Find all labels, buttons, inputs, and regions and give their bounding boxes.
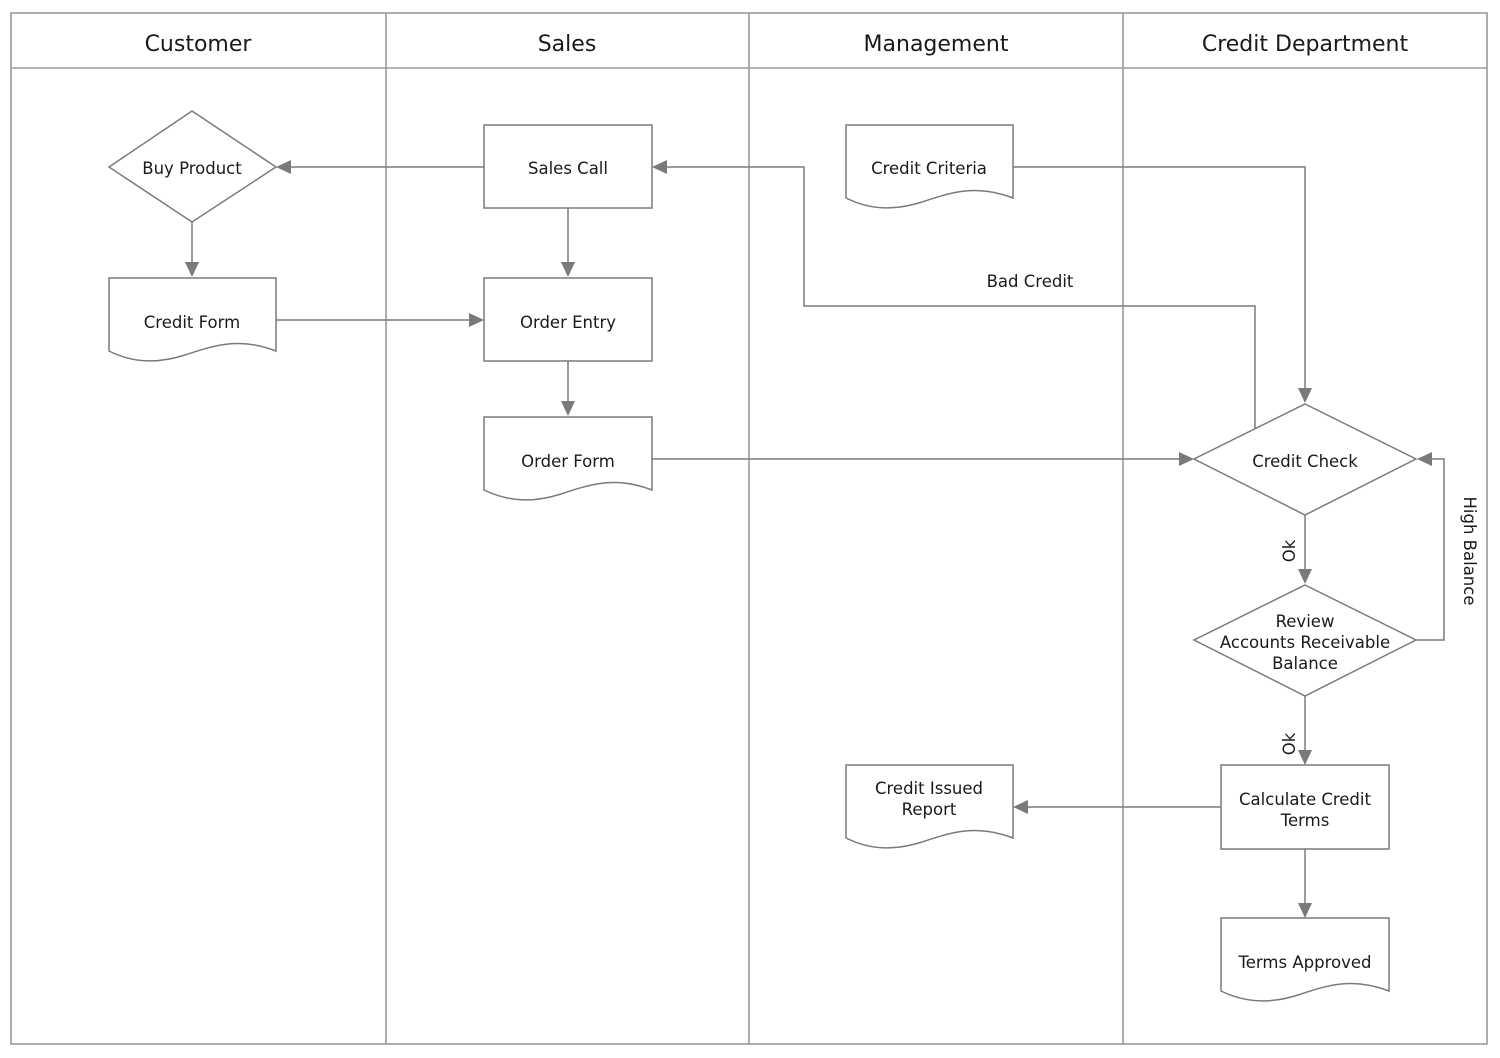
node-terms-approved[interactable]: Terms Approved (1220, 917, 1390, 1002)
node-label: Report (902, 800, 957, 819)
arrowhead (1298, 388, 1312, 403)
node-label: Terms (1280, 811, 1330, 830)
arrowhead (1298, 569, 1312, 584)
edge-credit-check-to-sales-call (666, 166, 1256, 430)
arrowhead (561, 262, 575, 277)
arrowhead (469, 313, 484, 327)
node-label: Accounts Receivable (1220, 633, 1390, 652)
node-credit-form[interactable]: Credit Form (108, 277, 277, 362)
edge-review-to-credit-check (1416, 458, 1445, 641)
flowchart-canvas: Customer Sales Management Credit Departm… (10, 12, 1488, 1045)
node-credit-check[interactable]: Credit Check (1192, 403, 1418, 516)
arrowhead (1179, 452, 1194, 466)
arrowhead (1013, 800, 1028, 814)
node-label: Calculate Credit (1239, 790, 1371, 809)
lane-title-customer: Customer (145, 32, 253, 57)
node-label: Sales Call (528, 159, 608, 178)
arrowhead (1298, 750, 1312, 765)
node-label: Review (1276, 612, 1335, 631)
node-buy-product[interactable]: Buy Product (107, 110, 278, 223)
node-label: Terms Approved (1238, 953, 1372, 972)
arrowhead (1417, 452, 1432, 466)
node-label: Credit Form (144, 313, 240, 332)
node-credit-issued-report[interactable]: Credit Issued Report (845, 764, 1014, 849)
node-review-ar-balance[interactable]: Review Accounts Receivable Balance (1192, 584, 1418, 697)
lane-title-management: Management (864, 32, 1009, 57)
node-label: Credit Check (1252, 452, 1358, 471)
arrowhead (652, 160, 667, 174)
node-label: Credit Criteria (871, 159, 987, 178)
lane-title-sales: Sales (538, 32, 597, 57)
node-sales-call[interactable]: Sales Call (483, 124, 653, 209)
edge-label-ok: Ok (1280, 539, 1299, 562)
node-label: Credit Issued (875, 779, 983, 798)
edge-label-ok: Ok (1280, 732, 1299, 755)
node-credit-criteria[interactable]: Credit Criteria (845, 124, 1014, 209)
node-calculate-credit-terms[interactable]: Calculate Credit Terms (1220, 764, 1390, 850)
lane-title-credit-department: Credit Department (1202, 32, 1409, 57)
arrowhead (1298, 903, 1312, 918)
arrowhead (276, 160, 291, 174)
arrowhead (561, 401, 575, 416)
edge-label-high-balance: High Balance (1460, 497, 1479, 606)
node-label: Buy Product (142, 159, 242, 178)
node-order-form[interactable]: Order Form (483, 416, 653, 501)
arrowhead (185, 262, 199, 277)
node-label: Order Entry (520, 313, 616, 332)
node-label: Order Form (521, 452, 615, 471)
edge-label-bad-credit: Bad Credit (987, 272, 1074, 291)
node-label: Balance (1272, 654, 1338, 673)
node-order-entry[interactable]: Order Entry (483, 277, 653, 362)
